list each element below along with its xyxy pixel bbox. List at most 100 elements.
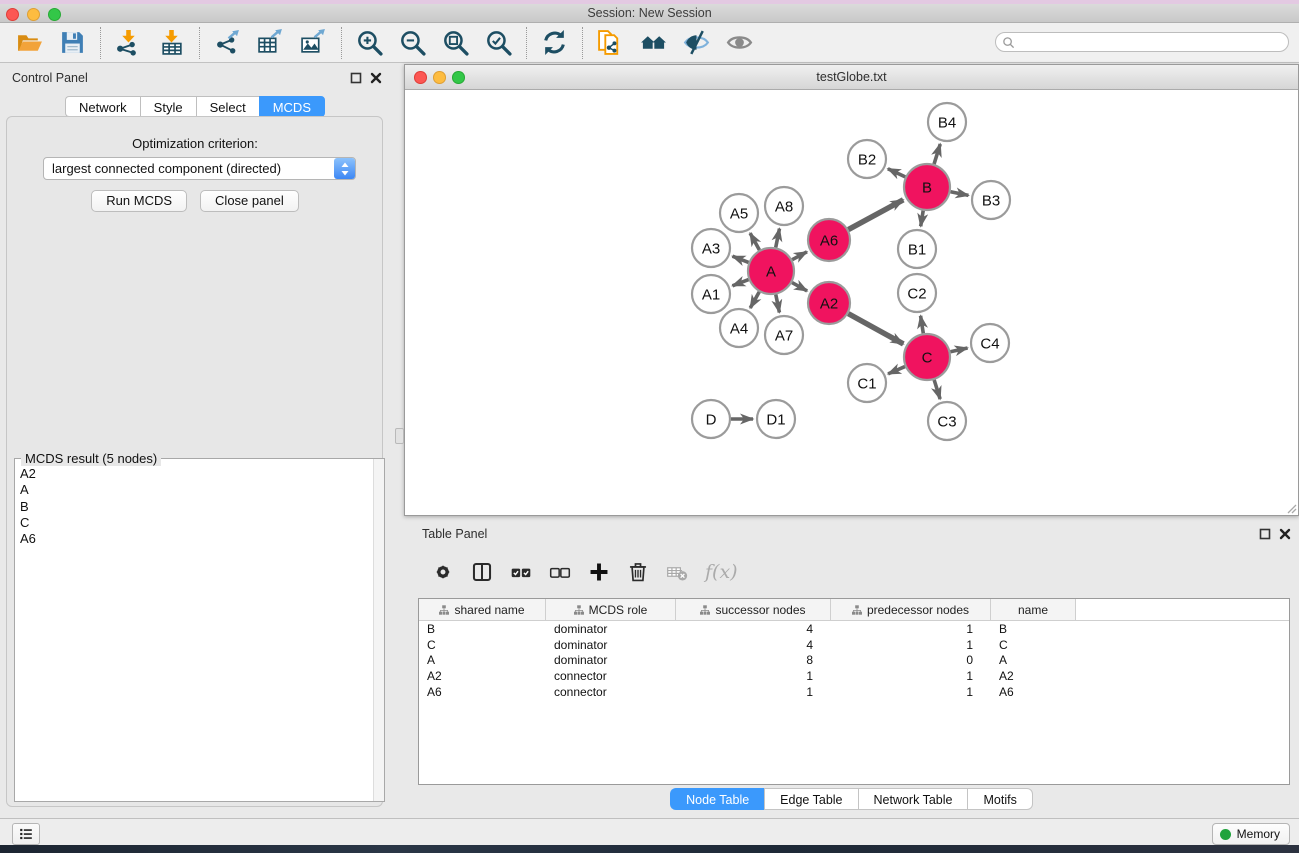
edge-B-B3[interactable] [951,192,969,196]
tab-network-table[interactable]: Network Table [858,788,968,810]
edge-A-A6[interactable] [792,252,807,260]
close-panel-button[interactable]: Close panel [200,190,299,212]
node-B2[interactable]: B2 [848,140,886,178]
tab-network[interactable]: Network [65,96,140,117]
columns-view-button[interactable] [469,559,495,585]
column-header-shared-name[interactable]: shared name [419,599,546,620]
search-input[interactable] [1018,33,1288,51]
network-view-window[interactable]: testGlobe.txt B4B2BB3A5A8A6B1A3AC2A1A2A4… [404,64,1299,516]
save-session-button[interactable] [55,26,89,60]
node-A7[interactable]: A7 [765,316,803,354]
window-titlebar[interactable]: Session: New Session [0,4,1299,23]
edge-A-A3[interactable] [732,256,748,262]
task-history-button[interactable] [12,823,40,845]
edge-A-A5[interactable] [750,233,759,250]
splitpane-handle[interactable] [395,428,404,444]
node-A8[interactable]: A8 [765,187,803,225]
network-graph[interactable]: B4B2BB3A5A8A6B1A3AC2A1A2A4A7C4CC1C3DD1 [405,90,1298,515]
show-graphics-details-button[interactable] [722,26,756,60]
delete-rows-button[interactable] [625,559,651,585]
edge-C-C1[interactable] [888,367,905,374]
deselect-all-button[interactable] [547,559,573,585]
close-panel-icon[interactable] [1279,528,1291,540]
tab-node-table[interactable]: Node Table [670,788,764,810]
edge-A-A8[interactable] [776,229,780,248]
node-C[interactable]: C [904,334,950,380]
table-row[interactable]: A2connector11A2 [419,668,1289,684]
edge-A-A2[interactable] [792,283,807,291]
node-B4[interactable]: B4 [928,103,966,141]
column-settings-button[interactable] [430,559,456,585]
import-table-button[interactable] [154,26,188,60]
add-row-button[interactable] [586,559,612,585]
edge-A-A7[interactable] [776,295,780,313]
node-B3[interactable]: B3 [972,181,1010,219]
node-D[interactable]: D [692,400,730,438]
export-network-button[interactable] [210,26,244,60]
tab-edge-table[interactable]: Edge Table [764,788,857,810]
tab-motifs[interactable]: Motifs [967,788,1032,810]
node-A5[interactable]: A5 [720,194,758,232]
edge-A6-B[interactable] [848,200,903,230]
column-header-successor-nodes[interactable]: successor nodes [676,599,831,620]
result-list-item[interactable]: C [20,515,374,531]
network-canvas[interactable]: B4B2BB3A5A8A6B1A3AC2A1A2A4A7C4CC1C3DD1 [405,90,1298,515]
result-list-item[interactable]: A2 [20,466,374,482]
table-row[interactable]: Adominator80A [419,653,1289,669]
node-C4[interactable]: C4 [971,324,1009,362]
export-image-button[interactable] [296,26,330,60]
result-list-item[interactable]: B [20,499,374,515]
tab-style[interactable]: Style [140,96,196,117]
select-all-button[interactable] [508,559,534,585]
edge-A-A4[interactable] [750,292,759,308]
zoom-selected-button[interactable] [481,26,515,60]
apply-function-button[interactable]: f(x) [705,561,738,583]
zoom-fit-content-button[interactable] [438,26,472,60]
close-panel-icon[interactable] [370,72,382,84]
edge-A2-C[interactable] [848,314,903,344]
window-resize-grip[interactable] [1284,501,1297,514]
node-A1[interactable]: A1 [692,275,730,313]
table-row[interactable]: A6connector11A6 [419,684,1289,700]
edge-B-B1[interactable] [921,211,924,227]
node-A4[interactable]: A4 [720,309,758,347]
node-C3[interactable]: C3 [928,402,966,440]
node-D1[interactable]: D1 [757,400,795,438]
edge-A-A1[interactable] [732,280,748,286]
node-A2[interactable]: A2 [808,282,850,324]
import-network-button[interactable] [111,26,145,60]
node-A[interactable]: A [748,248,794,294]
zoom-out-button[interactable] [395,26,429,60]
open-file-button[interactable] [12,26,46,60]
reset-view-button[interactable] [636,26,670,60]
table-row[interactable]: Cdominator41C [419,637,1289,653]
refresh-network-view-button[interactable] [537,26,571,60]
node-table[interactable]: shared nameMCDS rolesuccessor nodesprede… [418,598,1290,785]
node-C2[interactable]: C2 [898,274,936,312]
column-header-MCDS-role[interactable]: MCDS role [546,599,676,620]
table-row[interactable]: Bdominator41B [419,621,1289,637]
edge-C-C4[interactable] [950,348,967,352]
edge-B-B2[interactable] [888,169,905,177]
result-list-item[interactable]: A6 [20,531,374,547]
edge-B-B4[interactable] [934,144,940,164]
network-window-titlebar[interactable]: testGlobe.txt [405,65,1298,90]
tab-mcds[interactable]: MCDS [259,96,325,117]
mcds-result-list[interactable]: A2ABCA6 [15,459,374,801]
export-table-button[interactable] [253,26,287,60]
node-B1[interactable]: B1 [898,230,936,268]
delete-column-button[interactable] [664,559,690,585]
node-B[interactable]: B [904,164,950,210]
column-header-name[interactable]: name [991,599,1076,620]
run-mcds-button[interactable]: Run MCDS [91,190,187,212]
zoom-in-button[interactable] [352,26,386,60]
optimization-criterion-select[interactable]: largest connected component (directed) [43,157,356,180]
tab-select[interactable]: Select [196,96,259,117]
result-list-item[interactable]: A [20,482,374,498]
clone-network-button[interactable] [593,26,627,60]
edge-C-C3[interactable] [934,380,940,399]
node-A6[interactable]: A6 [808,219,850,261]
float-panel-icon[interactable] [350,72,362,84]
result-scrollbar[interactable] [373,459,384,801]
column-header-predecessor-nodes[interactable]: predecessor nodes [831,599,991,620]
